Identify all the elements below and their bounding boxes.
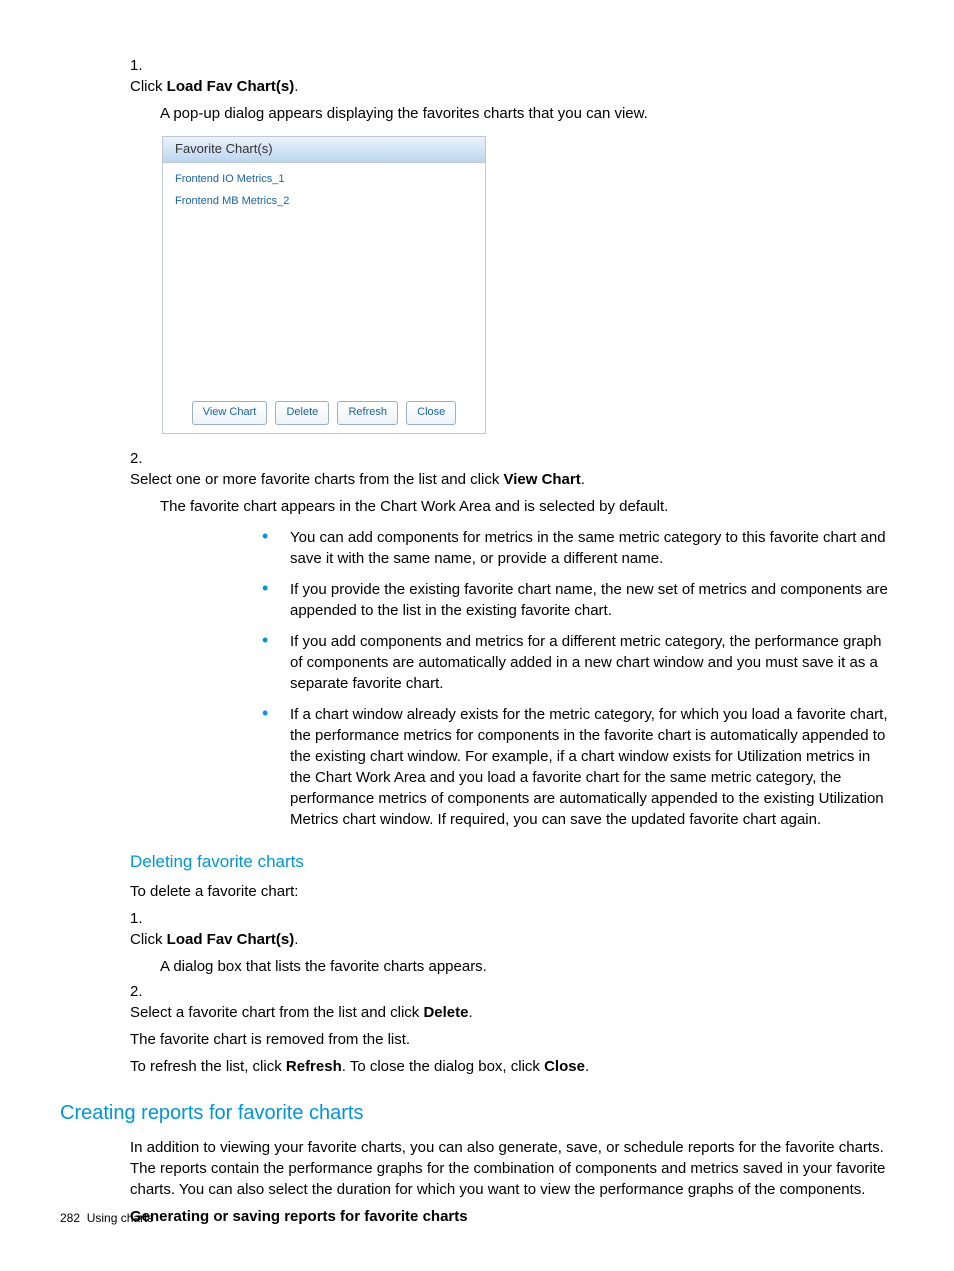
step-2: 2. Select one or more favorite charts fr… bbox=[130, 448, 894, 830]
dialog-body: Frontend IO Metrics_1 Frontend MB Metric… bbox=[163, 163, 485, 394]
delete-button[interactable]: Delete bbox=[275, 401, 329, 424]
reports-bold-subhead: Generating or saving reports for favorit… bbox=[130, 1206, 894, 1227]
step-1-number: 1. bbox=[130, 55, 160, 76]
bold-text: View Chart bbox=[503, 471, 580, 488]
text: . To close the dialog box, click bbox=[342, 1058, 544, 1075]
close-button[interactable]: Close bbox=[406, 401, 456, 424]
deleting-after-2: To refresh the list, click Refresh. To c… bbox=[130, 1056, 894, 1077]
text: Select one or more favorite charts from … bbox=[130, 471, 503, 488]
del-step-2: 2. Select a favorite chart from the list… bbox=[130, 981, 894, 1023]
text: . bbox=[468, 1004, 472, 1021]
dialog-header: Favorite Chart(s) bbox=[163, 137, 485, 163]
heading-deleting: Deleting favorite charts bbox=[130, 850, 894, 874]
favorite-chart-row[interactable]: Frontend MB Metrics_2 bbox=[163, 191, 485, 212]
bold-text: Load Fav Chart(s) bbox=[167, 931, 295, 948]
text: . bbox=[294, 78, 298, 95]
bold-text: Refresh bbox=[286, 1058, 342, 1075]
del-step-1-subtext: A dialog box that lists the favorite cha… bbox=[160, 956, 890, 977]
dialog-footer: View Chart Delete Refresh Close bbox=[163, 394, 485, 432]
deleting-after-1: The favorite chart is removed from the l… bbox=[130, 1029, 894, 1050]
bullet-item: If you provide the existing favorite cha… bbox=[262, 579, 894, 621]
del-step-1: 1. Click Load Fav Chart(s). A dialog box… bbox=[130, 908, 894, 977]
step-2-text: Select one or more favorite charts from … bbox=[130, 469, 860, 490]
favorite-chart-row[interactable]: Frontend IO Metrics_1 bbox=[163, 169, 485, 190]
bold-text: Delete bbox=[423, 1004, 468, 1021]
text: . bbox=[294, 931, 298, 948]
reports-para: In addition to viewing your favorite cha… bbox=[130, 1137, 894, 1200]
step-1: 1. Click Load Fav Chart(s). A pop-up dia… bbox=[130, 55, 894, 124]
del-step-1-text: Click Load Fav Chart(s). bbox=[130, 929, 860, 950]
text: Click bbox=[130, 931, 167, 948]
footer-title: Using charts bbox=[87, 1211, 154, 1225]
del-step-2-number: 2. bbox=[130, 981, 160, 1002]
text: To refresh the list, click bbox=[130, 1058, 286, 1075]
text: Click bbox=[130, 78, 167, 95]
del-step-2-text: Select a favorite chart from the list an… bbox=[130, 1002, 860, 1023]
bold-text: Close bbox=[544, 1058, 585, 1075]
bullet-item: If a chart window already exists for the… bbox=[262, 704, 894, 830]
text: Select a favorite chart from the list an… bbox=[130, 1004, 423, 1021]
step-2-bullets: You can add components for metrics in th… bbox=[262, 527, 894, 830]
bullet-item: If you add components and metrics for a … bbox=[262, 631, 894, 694]
step-2-number: 2. bbox=[130, 448, 160, 469]
text: . bbox=[581, 471, 585, 488]
page-number: 282 bbox=[60, 1211, 80, 1225]
bullet-item: You can add components for metrics in th… bbox=[262, 527, 894, 569]
text: . bbox=[585, 1058, 589, 1075]
view-chart-button[interactable]: View Chart bbox=[192, 401, 268, 424]
favorite-charts-dialog: Favorite Chart(s) Frontend IO Metrics_1 … bbox=[162, 136, 486, 434]
heading-reports: Creating reports for favorite charts bbox=[60, 1099, 894, 1127]
refresh-button[interactable]: Refresh bbox=[337, 401, 398, 424]
page-footer: 282 Using charts bbox=[60, 1210, 153, 1227]
step-1-subtext: A pop-up dialog appears displaying the f… bbox=[160, 103, 890, 124]
del-step-1-number: 1. bbox=[130, 908, 160, 929]
deleting-intro: To delete a favorite chart: bbox=[130, 881, 894, 902]
step-2-subtext: The favorite chart appears in the Chart … bbox=[160, 496, 890, 517]
step-1-text: Click Load Fav Chart(s). bbox=[130, 76, 860, 97]
bold-text: Load Fav Chart(s) bbox=[167, 78, 295, 95]
